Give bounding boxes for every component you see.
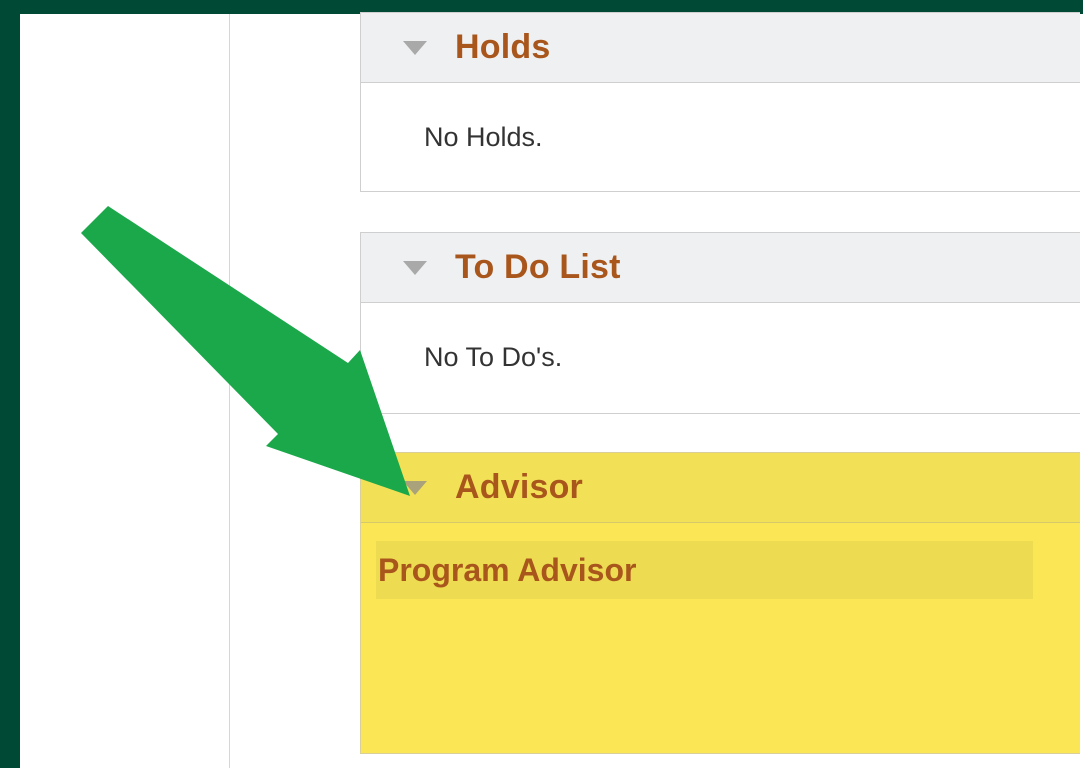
left-panel-divider xyxy=(229,14,230,768)
advisor-section: Advisor Program Advisor xyxy=(360,452,1080,754)
todo-section: To Do List No To Do's. xyxy=(360,232,1080,414)
chevron-down-icon[interactable] xyxy=(403,41,427,55)
holds-section: Holds No Holds. xyxy=(360,12,1080,192)
holds-title: Holds xyxy=(455,28,551,66)
holds-body: No Holds. xyxy=(361,83,1080,191)
holds-header[interactable]: Holds xyxy=(361,13,1080,83)
holds-message: No Holds. xyxy=(424,121,543,152)
chevron-down-icon[interactable] xyxy=(403,481,427,495)
todo-message: No To Do's. xyxy=(424,341,563,372)
screenshot-frame: Holds No Holds. To Do List No To Do's. A… xyxy=(0,0,1083,768)
advisor-header[interactable]: Advisor xyxy=(361,453,1080,523)
advisor-body: Program Advisor xyxy=(361,523,1080,753)
todo-body: No To Do's. xyxy=(361,303,1080,411)
chevron-down-icon[interactable] xyxy=(403,261,427,275)
program-advisor-row: Program Advisor xyxy=(376,541,1033,599)
todo-header[interactable]: To Do List xyxy=(361,233,1080,303)
advisor-title: Advisor xyxy=(455,468,583,506)
program-advisor-heading: Program Advisor xyxy=(378,551,637,588)
todo-title: To Do List xyxy=(455,248,621,286)
